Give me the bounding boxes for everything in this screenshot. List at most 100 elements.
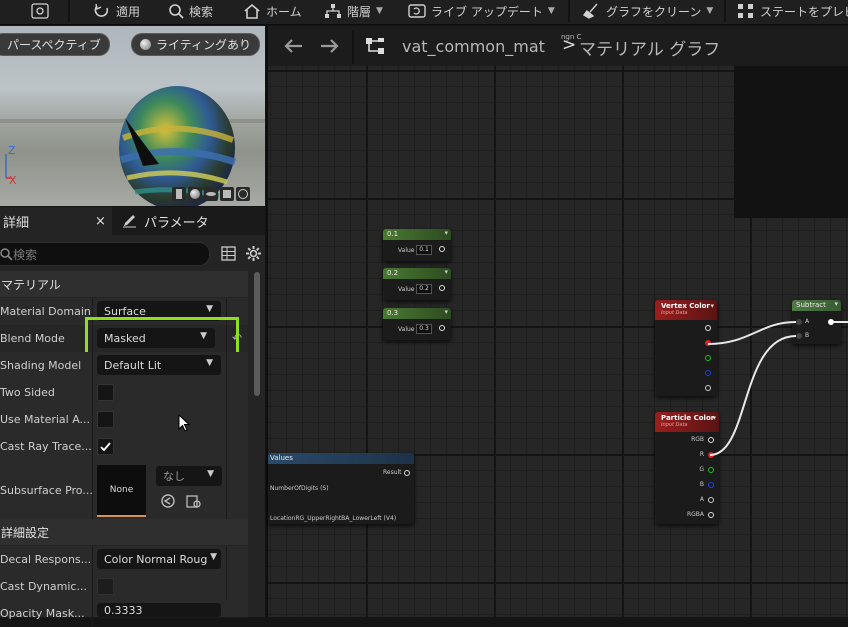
chevron-down-icon: ▼	[547, 6, 555, 16]
scalar-value-field[interactable]: 0.1	[416, 245, 432, 255]
details-search-input[interactable]: 検索	[0, 242, 210, 266]
output-pin[interactable]	[439, 325, 445, 331]
cast-dynamic-label: Cast Dynamic...	[0, 580, 87, 593]
pencil-icon	[123, 215, 136, 228]
output-pin[interactable]	[439, 246, 445, 252]
axis-z-label: Z	[8, 144, 16, 157]
tab-details[interactable]: 詳細 ×	[0, 207, 112, 235]
subsurface-thumbnail[interactable]: None	[97, 465, 146, 517]
section-material-label: マテリアル	[1, 277, 61, 292]
chevron-down-icon: ▼	[206, 358, 213, 368]
live-update-icon	[408, 4, 426, 18]
clean-graph-label: グラフをクリーン	[606, 4, 702, 19]
broom-icon	[583, 3, 598, 19]
cast-dynamic-checkbox[interactable]	[97, 578, 114, 595]
custom-mesh-icon[interactable]	[236, 187, 250, 201]
scalar-node-title: 0.1	[383, 229, 451, 240]
preview-viewport[interactable]: パースペクティブ ライティングあり Z X	[0, 26, 265, 206]
scalar-value-field[interactable]: 0.3	[416, 324, 432, 334]
cube-shape-icon[interactable]	[220, 187, 234, 201]
shading-model-value: Default Lit	[104, 358, 162, 372]
details-tab-bar: 詳細 × パラメータ	[0, 207, 265, 235]
row-two-sided: Two Sided	[0, 379, 248, 407]
scalar-pin-label: Value	[398, 326, 415, 333]
output-pin-rgba[interactable]	[708, 512, 714, 518]
scalar-value-field[interactable]: 0.2	[416, 284, 432, 294]
use-selected-icon[interactable]	[160, 493, 176, 509]
scalar-node-0-1[interactable]: 0.1 ▾ Value 0.1	[383, 229, 451, 261]
two-sided-checkbox[interactable]	[97, 384, 114, 401]
state-preview-button[interactable]: ステートをプレビ	[737, 0, 848, 22]
shading-model-dropdown[interactable]: Default Lit ▼	[97, 355, 221, 375]
live-update-button[interactable]: ライブ アップデート ▼	[408, 0, 555, 22]
two-sided-label: Two Sided	[0, 386, 55, 399]
panel-splitter[interactable]	[266, 26, 268, 617]
tab-details-label: 詳細	[3, 215, 30, 231]
output-pin-result[interactable]	[404, 470, 410, 476]
decal-response-dropdown[interactable]: Color Normal Roug ▼	[97, 549, 221, 569]
gear-icon[interactable]	[245, 245, 262, 262]
home-button[interactable]: ホーム	[243, 0, 302, 22]
plane-shape-icon[interactable]	[204, 187, 218, 201]
apply-button[interactable]: 適用	[93, 0, 140, 22]
close-icon[interactable]: ×	[95, 214, 106, 229]
home-label: ホーム	[266, 4, 302, 19]
subsurface-thumb-label: None	[109, 485, 134, 495]
live-update-label: ライブ アップデート	[431, 4, 543, 19]
section-advanced-header[interactable]: 詳細設定	[0, 519, 248, 545]
cylinder-shape-icon[interactable]	[172, 187, 186, 201]
use-material-attributes-label: Use Material A...	[0, 413, 91, 426]
scalar-node-0-2[interactable]: 0.2 ▾ Value 0.2	[383, 268, 451, 300]
mouse-cursor-icon	[178, 414, 191, 432]
table-view-icon[interactable]	[221, 246, 236, 261]
pin-label-a: A	[699, 496, 704, 503]
browse-asset-icon[interactable]	[186, 493, 202, 509]
back-arrow-icon[interactable]	[282, 38, 304, 54]
output-pin-b[interactable]	[708, 482, 714, 488]
collapse-chevron-icon[interactable]: ▾	[444, 229, 448, 237]
breadcrumb-separator: >	[562, 35, 577, 55]
perspective-button[interactable]: パースペクティブ	[0, 33, 110, 56]
hierarchy-icon	[325, 4, 341, 18]
forward-arrow-icon[interactable]	[319, 38, 341, 54]
output-pin[interactable]	[439, 285, 445, 291]
opacity-mask-input[interactable]: 0.3333	[97, 603, 221, 617]
row-shading-model: Shading Model Default Lit ▼	[0, 352, 248, 380]
hierarchy-button[interactable]: 階層 ▼	[324, 0, 383, 22]
search-button[interactable]: 検索	[168, 0, 213, 22]
scalar-node-title: 0.2	[383, 268, 451, 279]
clean-graph-button[interactable]: グラフをクリーン ▼	[583, 0, 713, 22]
search-icon	[0, 248, 13, 261]
subsurface-asset-dropdown[interactable]: なし ▼	[156, 466, 222, 486]
sphere-shape-icon[interactable]	[188, 187, 202, 201]
comment-box[interactable]	[734, 66, 848, 218]
row-opacity-mask: Opacity Mask... 0.3333	[0, 600, 248, 627]
graph-icon	[366, 38, 384, 54]
lighting-button[interactable]: ライティングあり	[131, 33, 261, 56]
scalar-pin-label: Value	[398, 247, 415, 254]
scalar-node-0-3[interactable]: 0.3 ▾ Value 0.3	[383, 308, 451, 340]
browse-button[interactable]	[30, 0, 52, 22]
tab-parameters[interactable]: パラメータ	[122, 207, 252, 235]
cast-ray-traced-label: Cast Ray Trace...	[0, 440, 92, 453]
values-result-label: Result	[383, 469, 402, 476]
chevron-down-icon: ▼	[706, 6, 714, 16]
scalar-pin-label: Value	[398, 286, 415, 293]
values-input-2-label: LocationRG_UpperRightBA_LowerLeft (V4)	[270, 515, 397, 522]
scalar-node-title: 0.3	[383, 308, 451, 319]
shading-model-label: Shading Model	[0, 359, 82, 372]
details-scrollbar[interactable]	[254, 272, 260, 396]
state-preview-label: ステートをプレビ	[760, 4, 848, 19]
collapse-chevron-icon[interactable]: ▾	[444, 268, 448, 276]
breadcrumb-asset[interactable]: vat_common_mat	[402, 37, 545, 56]
chevron-down-icon: ▼	[206, 304, 213, 314]
section-material-header[interactable]: マテリアル	[0, 271, 248, 297]
cast-ray-traced-checkbox[interactable]	[97, 438, 114, 455]
breadcrumb-graph: マテリアル グラフ	[579, 40, 721, 60]
collapse-chevron-icon[interactable]: ▾	[444, 308, 448, 316]
chevron-down-icon: ▼	[207, 469, 214, 479]
values-function-node[interactable]: Values Result NumberOfDigits (S) Locatio…	[268, 453, 414, 524]
use-material-attributes-checkbox[interactable]	[97, 411, 114, 428]
blend-mode-highlight	[85, 317, 239, 357]
output-pin-a[interactable]	[708, 497, 714, 503]
